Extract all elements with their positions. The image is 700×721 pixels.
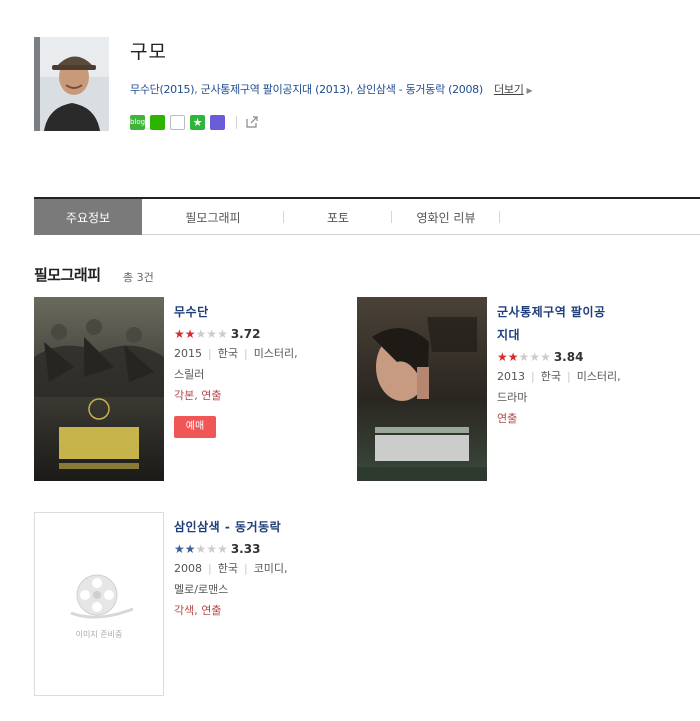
favorite-star-icon[interactable]: ★ [190, 114, 205, 130]
movie-poster[interactable] [357, 297, 487, 481]
notable-works: 무수단(2015), 군사통제구역 팔이공지대 (2013), 삼인삼색 - 동… [130, 81, 533, 97]
share-bar: blog ★ [130, 114, 259, 130]
star-empty-icon: ★ [195, 327, 207, 341]
movie-genre: 멜로/로맨스 [174, 583, 229, 596]
movie-title[interactable]: 삼인삼색 - 동거동락 [174, 516, 334, 539]
movie-meta: 2008 | 한국 | 코미디, [174, 562, 288, 575]
movie-info: 삼인삼색 - 동거동락 ★ ★ ★ ★ ★ 3.33 2008 | 한국 | 코미디, 멜로/로… [174, 516, 334, 621]
person-name: 구모 [130, 41, 167, 63]
profile-photo[interactable] [34, 37, 109, 131]
movie-card: 이미지 준비중 삼인삼색 - 동거동락 ★ ★ ★ ★ ★ 3.33 2008 | 한국 | 코… [34, 512, 344, 702]
star-filled-icon: ★ [184, 542, 196, 556]
me-icon[interactable] [170, 114, 185, 130]
profile-tabs: 주요정보 필모그래피 포토 영화인 리뷰 [34, 197, 700, 235]
movie-genre: 스릴러 [174, 368, 205, 381]
movie-info: 무수단 ★ ★ ★ ★ ★ 3.72 2015 | 한국 | 미스터리, 스릴러 각본, 연출 … [174, 301, 334, 438]
movie-genre: 드라마 [497, 391, 528, 404]
no-image-label: 이미지 준비중 [75, 630, 123, 639]
movie-card: 무수단 ★ ★ ★ ★ ★ 3.72 2015 | 한국 | 미스터리, 스릴러 각본, 연출 … [34, 297, 344, 487]
book-ticket-button[interactable]: 예매 [174, 416, 216, 438]
star-filled-icon: ★ [184, 327, 196, 341]
more-link[interactable]: 더보기 [494, 83, 524, 96]
movie-title[interactable]: 군사통제구역 팔이공 지대 [497, 301, 657, 347]
star-empty-icon: ★ [206, 542, 218, 556]
band-icon[interactable] [210, 114, 225, 130]
movie-rating: ★ ★ ★ ★ ★ 3.33 [174, 540, 334, 558]
tab-filmography[interactable]: 필모그래피 [142, 199, 284, 235]
blog-icon[interactable]: blog [130, 114, 145, 130]
tab-reviews[interactable]: 영화인 리뷰 [392, 199, 500, 235]
star-filled-icon: ★ [174, 327, 185, 341]
filmography-title: 필모그래피 [34, 266, 101, 284]
movie-rating: ★ ★ ★ ★ ★ 3.72 [174, 325, 334, 343]
star-empty-icon: ★ [195, 542, 207, 556]
share-icon[interactable] [245, 115, 259, 129]
movie-title[interactable]: 무수단 [174, 301, 334, 324]
movie-roles: 각색, 연출 [174, 604, 222, 617]
tab-divider [499, 211, 500, 223]
star-empty-icon: ★ [540, 350, 551, 364]
work-link-2[interactable]: 군사통제구역 팔이공지대 (2013) [201, 83, 351, 96]
rating-score: 3.72 [230, 327, 261, 341]
movie-rating: ★ ★ ★ ★ ★ 3.84 [497, 348, 657, 366]
chevron-right-icon: ▶ [526, 86, 533, 95]
movie-card: 군사통제구역 팔이공 지대 ★ ★ ★ ★ ★ 3.84 2013 | 한국 | 미스터리, 드… [357, 297, 677, 487]
movie-roles: 각본, 연출 [174, 389, 222, 402]
star-empty-icon: ★ [217, 542, 228, 556]
work-link-3[interactable]: 삼인삼색 - 동거동락 (2008) [356, 83, 483, 96]
movie-poster-placeholder[interactable]: 이미지 준비중 [34, 512, 164, 696]
profile-header: 구모 무수단(2015), 군사통제구역 팔이공지대 (2013), 삼인삼색 … [34, 37, 694, 137]
movie-info: 군사통제구역 팔이공 지대 ★ ★ ★ ★ ★ 3.84 2013 | 한국 | 미스터리, 드… [497, 301, 657, 429]
star-empty-icon: ★ [217, 327, 228, 341]
movie-poster[interactable] [34, 297, 164, 481]
movie-meta: 2015 | 한국 | 미스터리, [174, 347, 298, 360]
star-empty-icon: ★ [529, 350, 541, 364]
movie-meta: 2013 | 한국 | 미스터리, [497, 370, 621, 383]
work-separator: , [194, 83, 198, 96]
movie-roles: 연출 [497, 412, 518, 425]
person-photo [34, 37, 109, 131]
work-separator: , [349, 83, 354, 96]
photo-border [34, 37, 40, 131]
star-filled-icon: ★ [507, 350, 519, 364]
poster-image [34, 297, 164, 481]
rating-score: 3.33 [230, 542, 261, 556]
star-empty-icon: ★ [518, 350, 530, 364]
tab-main-info[interactable]: 주요정보 [34, 199, 142, 235]
star-empty-icon: ★ [206, 327, 218, 341]
star-filled-icon: ★ [174, 542, 185, 556]
film-reel-icon [70, 574, 134, 619]
share-divider [236, 115, 237, 129]
poster-image [357, 297, 487, 481]
star-filled-icon: ★ [497, 350, 508, 364]
filmography-count: 총 3건 [123, 271, 154, 284]
cafe-icon[interactable] [150, 114, 165, 130]
tab-photo[interactable]: 포토 [284, 199, 392, 235]
rating-score: 3.84 [553, 350, 584, 364]
work-link-1[interactable]: 무수단(2015) [130, 83, 195, 96]
